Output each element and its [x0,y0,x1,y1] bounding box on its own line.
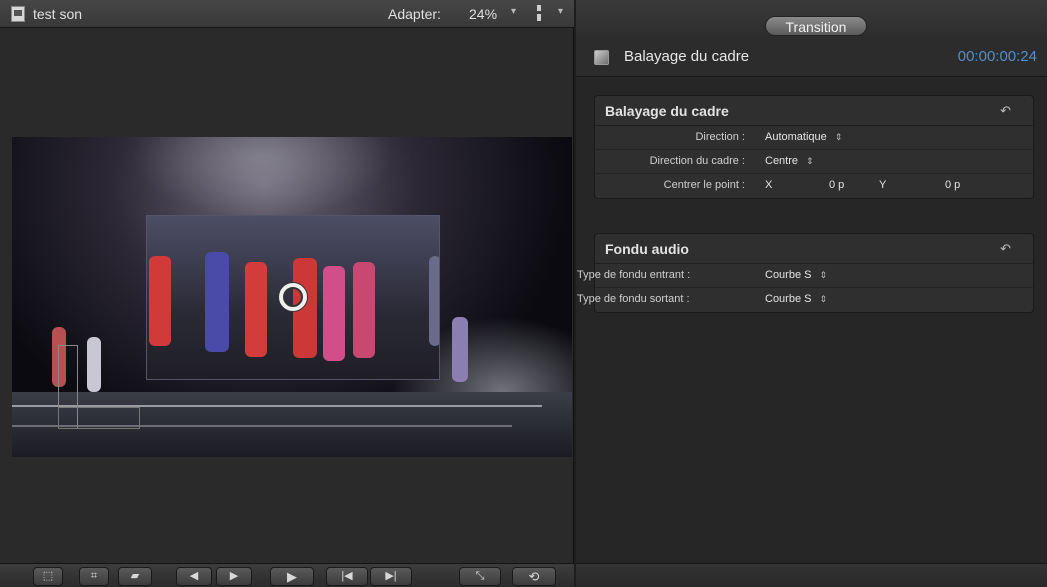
y-label: Y [879,179,887,191]
loop-icon: ⟲ [528,569,540,584]
dancer-figure [353,262,375,358]
tab-transition[interactable]: Transition [765,16,867,36]
direction-popup[interactable]: Automatique ⇕ [765,131,842,143]
param-row-fondu-sortant: Type de fondu sortant : Courbe S ⇕ [577,288,1033,312]
param-label: Direction : [695,131,745,143]
center-point-handle[interactable] [279,283,307,311]
dancer-figure [87,337,101,392]
next-frame-button[interactable]: ▶ [216,567,252,586]
previous-frame-icon: ◀ [189,570,199,582]
play-icon: ▶ [287,569,297,584]
popup-value: Courbe S [765,269,812,281]
popup-value: Automatique [765,131,827,143]
popup-arrows-icon: ⇕ [819,270,828,280]
dancer-figure [323,266,345,361]
popup-value: Centre [765,155,799,167]
crop-button[interactable]: ⌗ [79,567,109,586]
play-button[interactable]: ▶ [270,567,314,586]
viewer-toolbar: ⬚ ⌗ ▰ ◀ ▶ ▶ |◀ ▶| ⤡ ⟲ [0,563,574,587]
go-to-end-button[interactable]: ▶| [370,567,412,586]
group-fondu-audio: Fondu audio ↶ Type de fondu entrant : Co… [577,233,1034,313]
view-options-icon[interactable] [534,5,544,21]
reset-icon[interactable]: ↶ [1000,103,1011,119]
group-title: Balayage du cadre [605,103,729,119]
param-label: Direction du cadre : [649,155,745,167]
popup-arrows-icon: ⇕ [834,132,843,142]
y-value-field[interactable]: 0 p [945,179,960,191]
group-header: Fondu audio ↶ [595,234,1033,264]
distort-icon: ▰ [130,570,140,582]
clip-title: test son [33,6,83,22]
popup-arrows-icon: ⇕ [819,294,828,304]
fullscreen-icon: ⤡ [475,570,485,582]
group-balayage-du-cadre: Balayage du cadre ↶ Direction : Automati… [594,95,1034,199]
distort-button[interactable]: ▰ [118,567,152,586]
inspector-panel: Transition Balayage du cadre 00:00:00:24… [576,0,1047,587]
stage-smoke [132,137,392,217]
param-row-centre-point: Centrer le point : X 0 p Y 0 p [595,174,1033,198]
next-frame-icon: ▶ [229,570,239,582]
transform-button[interactable]: ⬚ [33,567,63,586]
fondu-sortant-popup[interactable]: Courbe S ⇕ [765,293,827,305]
go-to-end-icon: ▶| [385,570,397,582]
param-label: Centrer le point : [663,179,745,191]
x-value-field[interactable]: 0 p [829,179,844,191]
dancer-figure [245,262,267,357]
previous-frame-button[interactable]: ◀ [176,567,212,586]
fondu-entrant-popup[interactable]: Courbe S ⇕ [765,269,827,281]
inspector-header: Balayage du cadre 00:00:00:24 [576,37,1047,77]
viewer-panel: test son Adapter: 24% ▾ ▾ ⬚ ⌗ ▰ ◀ ▶ ▶ |◀… [0,0,574,587]
param-label: Type de fondu entrant : [577,269,691,281]
group-header: Balayage du cadre ↶ [595,96,1033,126]
loop-button[interactable]: ⟲ [512,567,556,586]
inspector-footer [576,563,1047,587]
dancer-figure [429,256,439,346]
direction-cadre-popup[interactable]: Centre ⇕ [765,155,814,167]
x-label: X [765,179,773,191]
crop-icon: ⌗ [90,570,98,582]
chevron-down-icon[interactable]: ▾ [511,6,516,17]
viewer-header: test son Adapter: 24% ▾ ▾ [0,0,574,28]
film-clip-icon [11,6,25,22]
go-to-start-icon: |◀ [341,570,353,582]
go-to-start-button[interactable]: |◀ [326,567,368,586]
param-label: Type de fondu sortant : [577,293,690,305]
transform-icon: ⬚ [42,570,54,582]
zoom-dropdown[interactable]: 24% [469,6,497,22]
fullscreen-button[interactable]: ⤡ [459,567,501,586]
param-row-direction: Direction : Automatique ⇕ [595,126,1033,150]
video-canvas[interactable] [12,137,572,457]
transition-duration: 00:00:00:24 [957,48,1037,65]
popup-value: Courbe S [765,293,812,305]
reset-icon[interactable]: ↶ [1000,241,1011,257]
transition-icon [594,50,609,65]
selection-outline [58,407,140,429]
dancer-figure [205,252,229,352]
zoom-label: Adapter: [388,6,441,22]
group-title: Fondu audio [605,241,689,257]
chevron-down-icon[interactable]: ▾ [558,6,563,17]
dancer-figure [452,317,468,382]
inspector-tab-bar: Transition [576,0,1047,37]
popup-arrows-icon: ⇕ [806,156,814,166]
param-row-fondu-entrant: Type de fondu entrant : Courbe S ⇕ [577,264,1033,288]
param-row-direction-cadre: Direction du cadre : Centre ⇕ [595,150,1033,174]
dancer-figure [149,256,171,346]
transition-name: Balayage du cadre [624,48,750,65]
